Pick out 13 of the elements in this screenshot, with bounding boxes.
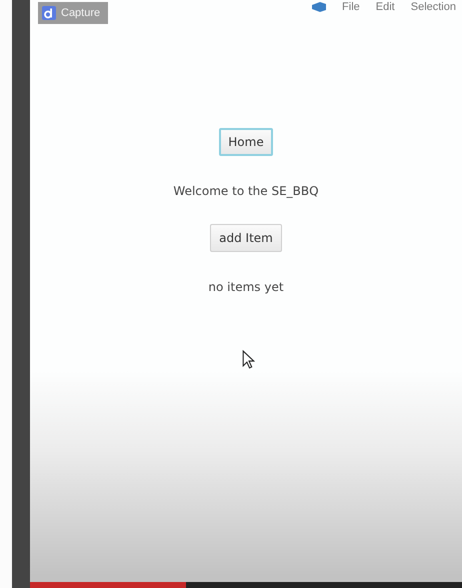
menu-item[interactable]: File <box>342 1 360 13</box>
video-progress-bar[interactable] <box>30 582 462 588</box>
menu-item[interactable]: Selection <box>410 1 456 13</box>
capture-label: Capture <box>61 7 100 19</box>
home-button[interactable]: Home <box>219 128 273 156</box>
mouse-pointer-icon <box>242 350 255 369</box>
app-logo-icon <box>42 6 56 20</box>
editor-logo-icon <box>312 2 326 12</box>
welcome-text: Welcome to the SE_BBQ <box>173 184 319 198</box>
menu-item[interactable]: Edit <box>376 1 395 13</box>
empty-message: no items yet <box>208 280 284 294</box>
add-item-button[interactable]: add Item <box>210 224 282 252</box>
capture-badge[interactable]: Capture <box>38 2 108 24</box>
